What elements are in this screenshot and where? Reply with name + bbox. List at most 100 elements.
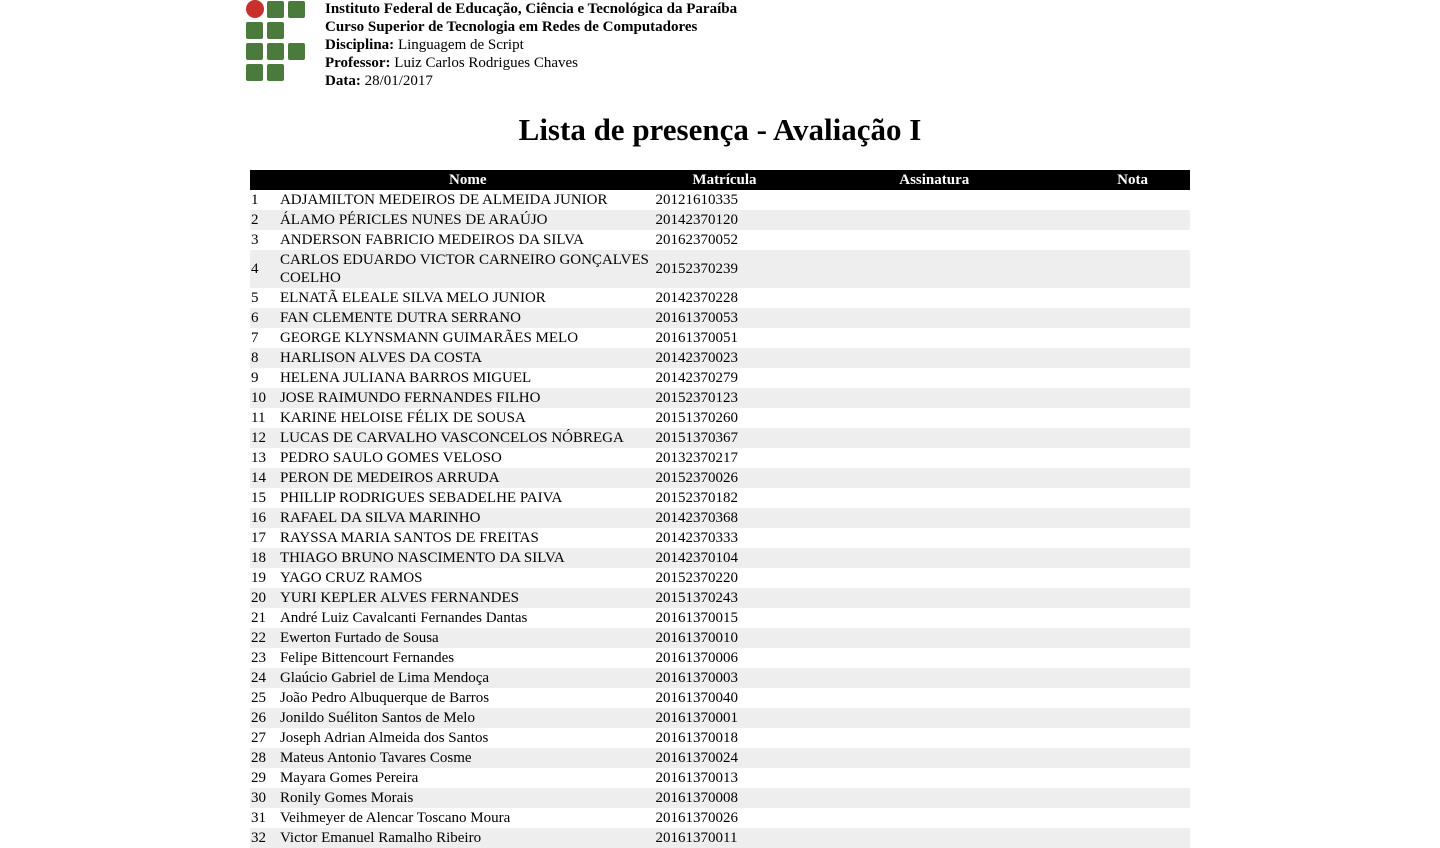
- logo-square: [246, 22, 263, 39]
- row-number: 20: [250, 588, 280, 608]
- table-row: 18 THIAGO BRUNO NASCIMENTO DA SILVA 201423…: [250, 548, 1190, 568]
- grade-cell: [1075, 448, 1190, 468]
- student-matricula: 20161370051: [655, 330, 739, 346]
- signature-cell: [793, 668, 1076, 688]
- student-name: ELNATÃ ELEALE SILVA MELO JUNIOR: [279, 290, 546, 306]
- student-matricula: 20142370368: [655, 508, 794, 528]
- row-number: 12: [250, 428, 280, 448]
- table-row: 8 HARLISON ALVES DA COSTA 20142370023: [250, 348, 1190, 368]
- student-name: Mateus Antonio Tavares Cosme: [279, 748, 656, 768]
- row-number: 24: [250, 668, 280, 688]
- student-name: YURI KEPLER ALVES FERNANDES: [279, 588, 656, 608]
- signature-cell: [793, 388, 1076, 408]
- grade-cell: [1075, 328, 1190, 348]
- table-row: 9 HELENA JULIANA BARROS MIGUEL 20142370279: [250, 368, 1190, 388]
- student-name: Glaúcio Gabriel de Lima Mendoça: [279, 668, 656, 688]
- column-header-grade: Nota: [1075, 170, 1190, 190]
- row-number: 30: [250, 788, 280, 808]
- column-header-name: Nome: [279, 170, 656, 190]
- student-matricula: 20152370026: [655, 468, 794, 488]
- student-name: Victor Emanuel Ramalho Ribeiro: [279, 828, 656, 848]
- table-row: 27 Joseph Adrian Almeida dos Santos 201613…: [250, 728, 1190, 748]
- logo-square: [267, 22, 284, 39]
- student-name: ANDERSON FABRICIO MEDEIROS DA SILVA: [279, 232, 584, 248]
- signature-cell: [793, 230, 1075, 250]
- grade-cell: [1075, 648, 1190, 668]
- grade-cell: [1075, 230, 1190, 250]
- row-number: 21: [251, 610, 266, 626]
- column-header-signature: Assinatura: [793, 170, 1076, 190]
- table-row: 10 JOSE RAIMUNDO FERNANDES FILHO 201523701…: [250, 388, 1190, 408]
- grade-cell: [1075, 368, 1190, 388]
- logo-circle: [246, 0, 264, 18]
- grade-cell: [1075, 428, 1190, 448]
- student-name: ÁLAMO PÉRICLES NUNES DE ARAÚJO: [279, 210, 656, 230]
- grade-cell: [1075, 668, 1190, 688]
- table-row: 19 YAGO CRUZ RAMOS 20152370220: [250, 568, 1190, 588]
- student-matricula: 20161370001: [655, 708, 794, 728]
- student-name: Ronily Gomes Morais: [279, 788, 656, 808]
- table-body: 1 ADJAMILTON MEDEIROS DE ALMEIDA JUNIOR 20…: [250, 190, 1190, 848]
- student-matricula: 20161370013: [655, 770, 739, 786]
- grade-cell: [1075, 628, 1190, 648]
- row-number: 19: [251, 570, 266, 586]
- student-name: CARLOS EDUARDO VICTOR CARNEIRO GONÇALVES…: [279, 250, 656, 288]
- course-name: Curso Superior de Tecnologia em Redes de…: [325, 19, 698, 35]
- grade-cell: [1075, 788, 1190, 808]
- student-name: Felipe Bittencourt Fernandes: [279, 650, 455, 666]
- table-row: 24 Glaúcio Gabriel de Lima Mendoça 2016137…: [250, 668, 1190, 688]
- discipline-label: Disciplina:: [325, 37, 395, 53]
- signature-cell: [793, 488, 1075, 508]
- row-number: 22: [250, 628, 280, 648]
- attendance-table: Nome Matrícula Assinatura Nota 1 ADJAMILT…: [250, 170, 1190, 848]
- table-row: 12 LUCAS DE CARVALHO VASCONCELOS NÓBREGA 2…: [250, 428, 1190, 448]
- table-row: 3 ANDERSON FABRICIO MEDEIROS DA SILVA 2016…: [250, 230, 1190, 250]
- logo-square: [246, 64, 263, 81]
- student-matricula: 20161370024: [655, 748, 794, 768]
- grade-cell: [1075, 250, 1190, 288]
- signature-cell: [793, 468, 1076, 488]
- date-label: Data:: [325, 73, 361, 89]
- signature-cell: [793, 528, 1075, 548]
- student-matricula: 20162370052: [655, 232, 739, 248]
- grade-cell: [1075, 488, 1190, 508]
- signature-cell: [793, 768, 1075, 788]
- grade-cell: [1075, 568, 1190, 588]
- table-row: 25 João Pedro Albuquerque de Barros 201613…: [250, 688, 1190, 708]
- table-row: 6 FAN CLEMENTE DUTRA SERRANO 20161370053: [250, 308, 1190, 328]
- column-header-matricula: Matrícula: [655, 170, 794, 190]
- signature-cell: [793, 548, 1076, 568]
- student-name: YAGO CRUZ RAMOS: [279, 570, 423, 586]
- grade-cell: [1075, 828, 1190, 848]
- signature-cell: [793, 608, 1075, 628]
- student-name: LUCAS DE CARVALHO VASCONCELOS NÓBREGA: [279, 428, 656, 448]
- grade-cell: [1075, 348, 1190, 368]
- table-header-row: Nome Matrícula Assinatura Nota: [250, 170, 1190, 190]
- row-number: 16: [250, 508, 280, 528]
- grade-cell: [1075, 508, 1190, 528]
- row-number: 14: [250, 468, 280, 488]
- grade-cell: [1075, 528, 1190, 548]
- signature-cell: [793, 308, 1076, 328]
- professor-label: Professor:: [325, 55, 391, 71]
- student-name: PHILLIP RODRIGUES SEBADELHE PAIVA: [279, 490, 563, 506]
- student-matricula: 20161370010: [655, 628, 794, 648]
- table-row: 4 CARLOS EDUARDO VICTOR CARNEIRO GONÇALVE…: [250, 250, 1190, 288]
- student-matricula: 20142370333: [655, 530, 739, 546]
- student-name: PEDRO SAULO GOMES VELOSO: [279, 450, 502, 466]
- student-name: KARINE HELOISE FÉLIX DE SOUSA: [279, 410, 526, 426]
- grade-cell: [1075, 608, 1190, 628]
- student-name: Veihmeyer de Alencar Toscano Moura: [279, 810, 511, 826]
- page-title: Lista de presença - Avaliação I: [518, 112, 922, 147]
- logo-square: [267, 64, 284, 81]
- professor-value: Luiz Carlos Rodrigues Chaves: [394, 55, 579, 71]
- table-row: 32 Victor Emanuel Ramalho Ribeiro 20161370…: [250, 828, 1190, 848]
- student-matricula: 20151370367: [655, 428, 794, 448]
- table-row: 28 Mateus Antonio Tavares Cosme 2016137002…: [250, 748, 1190, 768]
- student-name: Mayara Gomes Pereira: [279, 770, 419, 786]
- student-name: HARLISON ALVES DA COSTA: [279, 348, 656, 368]
- grade-cell: [1075, 468, 1190, 488]
- signature-cell: [793, 508, 1076, 528]
- student-matricula: 20161370053: [655, 308, 794, 328]
- signature-cell: [793, 190, 1075, 210]
